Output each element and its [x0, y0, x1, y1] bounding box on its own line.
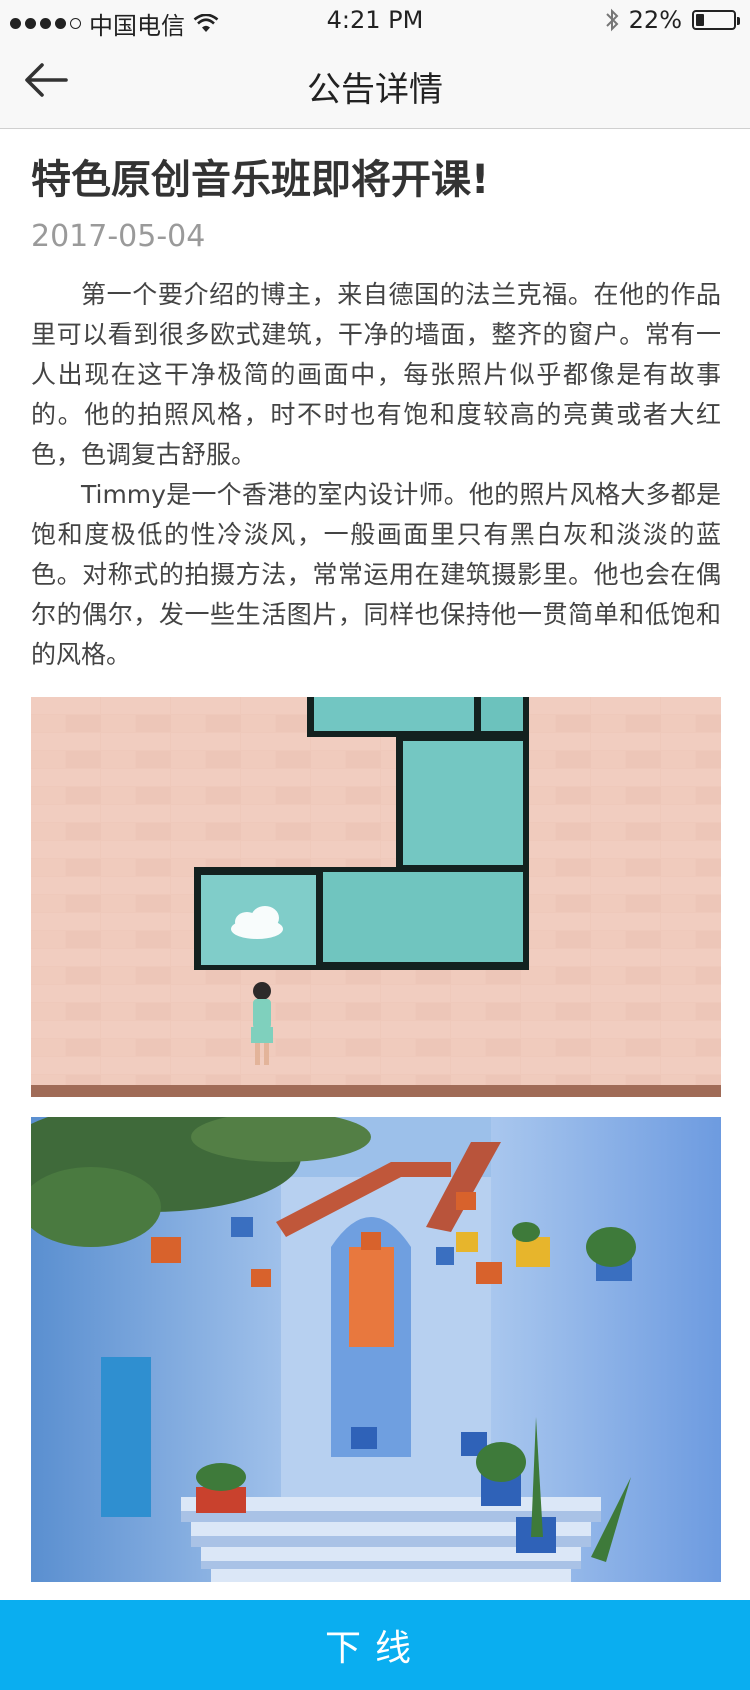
battery-fill [696, 14, 704, 26]
page-title: 公告详情 [307, 70, 443, 110]
article-title: 特色原创音乐班即将开课! [31, 157, 490, 203]
status-bar: 中国电信 4:21 PM 22% [0, 0, 750, 40]
nav-bar: 公告详情 [0, 40, 750, 129]
article-content: 特色原创音乐班即将开课! 2017-05-04 第一个要介绍的博主，来自德国的法… [31, 155, 721, 1582]
bluetooth-icon [605, 8, 619, 32]
article-body: 第一个要介绍的博主，来自德国的法兰克福。在他的作品里可以看到很多欧式建筑，干净的… [31, 275, 721, 675]
battery-icon [692, 10, 740, 30]
article-image-blue-alley [31, 1117, 721, 1582]
article-paragraph: 第一个要介绍的博主，来自德国的法兰克福。在他的作品里可以看到很多欧式建筑，干净的… [31, 280, 721, 469]
status-right: 22% [605, 6, 740, 34]
article-date: 2017-05-04 [31, 219, 206, 254]
battery-percent: 22% [628, 6, 682, 34]
offline-button[interactable]: 下线 [0, 1600, 750, 1690]
article-image-wall-windows [31, 697, 721, 1097]
article-paragraph: Timmy是一个香港的室内设计师。他的照片风格大多都是饱和度极低的性冷淡风，一般… [31, 480, 721, 669]
